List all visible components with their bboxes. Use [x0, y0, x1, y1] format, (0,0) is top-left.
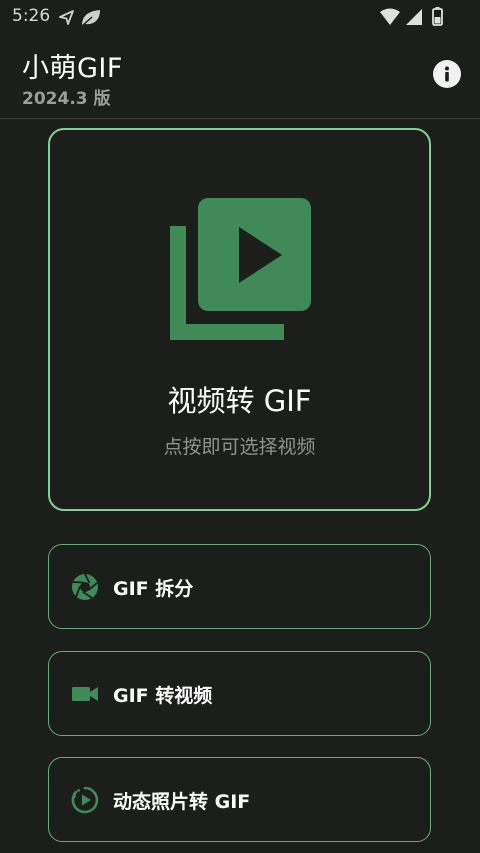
- hero-subtitle: 点按即可选择视频: [163, 436, 316, 458]
- info-icon: [445, 66, 449, 82]
- gif-split-button[interactable]: GIF 拆分: [48, 544, 431, 629]
- gif-split-label: GIF 拆分: [113, 578, 194, 600]
- motion-photo-to-gif-label: 动态照片转 GIF: [113, 791, 251, 813]
- leaf-icon: [81, 10, 100, 27]
- videocam-icon: [72, 687, 98, 701]
- status-system-icons: [380, 7, 450, 31]
- video-to-gif-card[interactable]: 视频转 GIF 点按即可选择视频: [48, 128, 431, 511]
- wifi-icon: [380, 8, 400, 25]
- motion-photo-icon: [71, 786, 99, 814]
- video-library-icon: [170, 198, 311, 340]
- motion-photo-to-gif-button[interactable]: 动态照片转 GIF: [48, 757, 431, 842]
- app-title: 小萌GIF: [22, 53, 123, 84]
- app-header: 小萌GIF 2024.3 版: [0, 34, 480, 119]
- app-version: 2024.3 版: [22, 89, 111, 109]
- battery-icon: [432, 7, 443, 26]
- shutter-icon: [72, 573, 98, 600]
- gif-to-video-label: GIF 转视频: [113, 685, 213, 707]
- status-time: 5:26: [12, 6, 51, 26]
- status-bar: 5:26: [0, 0, 480, 34]
- signal-icon: [406, 9, 422, 25]
- navigation-arrow-icon: [59, 10, 74, 25]
- info-button[interactable]: [433, 60, 461, 88]
- hero-title: 视频转 GIF: [167, 384, 312, 418]
- status-notification-icons: [58, 8, 104, 32]
- gif-to-video-button[interactable]: GIF 转视频: [48, 651, 431, 736]
